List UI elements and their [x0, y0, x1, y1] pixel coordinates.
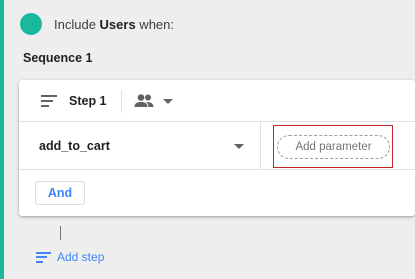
- add-parameter-button[interactable]: Add parameter: [277, 135, 390, 159]
- event-select[interactable]: add_to_cart: [19, 122, 261, 170]
- condition-status-dot: [20, 13, 42, 35]
- step-label: Step 1: [69, 94, 107, 108]
- event-condition-row: add_to_cart Add parameter: [19, 122, 415, 170]
- include-prefix: Include: [54, 16, 100, 32]
- include-condition-row: Include Users when:: [20, 13, 174, 35]
- chevron-down-icon: [163, 99, 173, 104]
- step-scope-dropdown[interactable]: [133, 91, 177, 113]
- add-step-label: Add step: [57, 250, 105, 264]
- include-text: Include Users when:: [54, 17, 174, 32]
- sequence-accent-bar: [0, 0, 4, 279]
- add-step-button[interactable]: Add step: [36, 249, 104, 265]
- include-target: Users: [99, 16, 136, 32]
- and-button[interactable]: And: [35, 181, 85, 205]
- people-icon: [134, 94, 154, 107]
- chevron-down-icon: [234, 144, 244, 149]
- include-suffix: when:: [135, 16, 174, 32]
- step-connector-line: [60, 226, 61, 240]
- step-card: Step 1 add_to_cart Add parameter And: [19, 80, 415, 216]
- event-name: add_to_cart: [39, 139, 110, 153]
- sequence-title: Sequence 1: [23, 51, 93, 65]
- header-divider: [121, 90, 122, 113]
- lines-icon: [41, 95, 57, 107]
- add-step-icon: [36, 251, 51, 263]
- step-header: Step 1: [19, 80, 415, 122]
